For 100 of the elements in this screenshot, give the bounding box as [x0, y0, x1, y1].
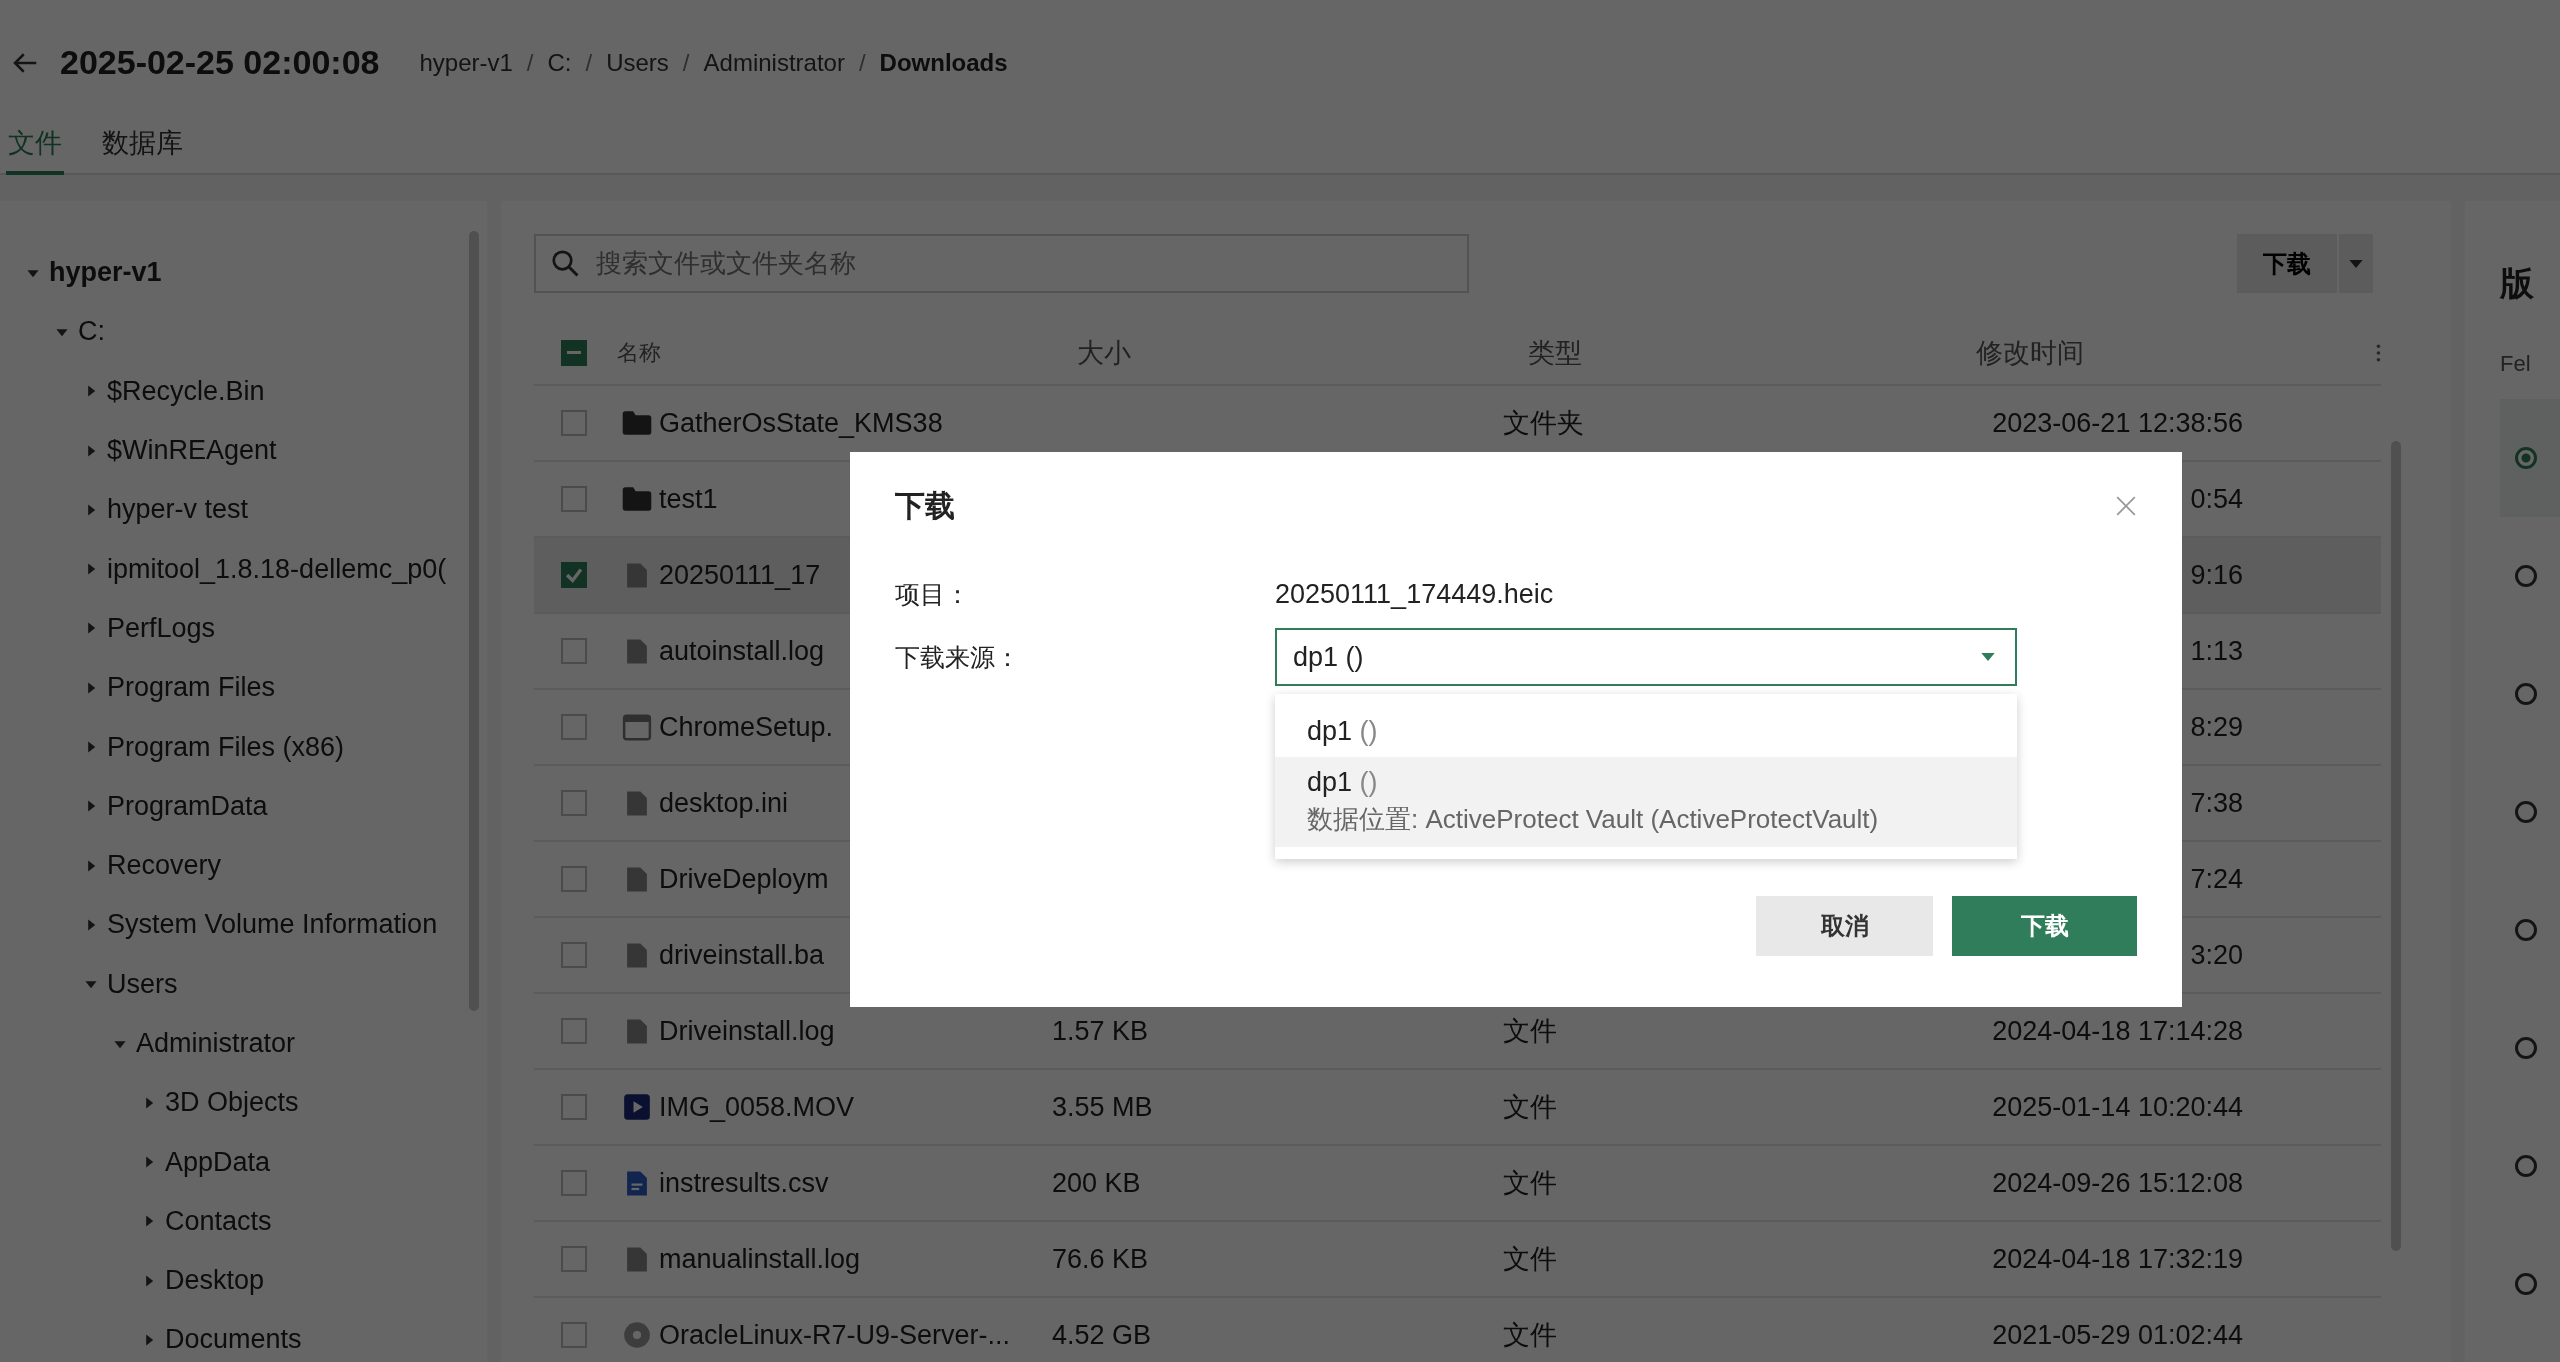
breadcrumb-link[interactable]: Users	[606, 48, 669, 77]
column-header[interactable]: 类型	[1528, 334, 1977, 371]
window-icon	[621, 713, 652, 741]
disc-icon	[622, 1321, 651, 1349]
radio-button[interactable]	[2515, 1155, 2537, 1177]
tree-item[interactable]: PerfLogs	[107, 612, 216, 644]
file-type: 文件	[1503, 1016, 1557, 1046]
caret-icon	[1981, 653, 1995, 661]
file-row[interactable]: OracleLinux-R7-U9-Server-... 4.52 GB 文件 2021-05-29 01:02:44	[534, 1298, 2381, 1362]
radio-button[interactable]	[2515, 1273, 2537, 1295]
row-checkbox[interactable]	[561, 1322, 587, 1348]
file-type: 文件	[1503, 1320, 1557, 1350]
row-checkbox[interactable]	[561, 1018, 587, 1044]
panel-title: 版	[2500, 263, 2535, 304]
breadcrumb-link[interactable]: hyper-v1	[419, 48, 513, 77]
row-checkbox[interactable]	[561, 486, 587, 512]
modified-time: 1:13	[2190, 635, 2243, 666]
file-size: 1.57 KB	[1052, 1015, 1149, 1046]
file-row[interactable]: manualinstall.log 76.6 KB 文件 2024-04-18 17:32:19	[534, 1222, 2381, 1298]
file-icon	[625, 1017, 648, 1045]
file-name: GatherOsState_KMS38	[659, 407, 943, 438]
modified-time: 2024-04-18 17:14:28	[1992, 1015, 2243, 1046]
tree-item[interactable]: Program Files	[107, 672, 276, 704]
tree-item[interactable]: Desktop	[165, 1265, 265, 1297]
modified-time: 2023-06-21 12:38:56	[1992, 407, 2243, 438]
tab[interactable]: 数据库	[100, 115, 185, 175]
search-icon	[550, 248, 580, 278]
source-select[interactable]: dp1 ()	[1275, 628, 2017, 686]
file-row[interactable]: IMG_0058.MOV 3.55 MB 文件 2025-01-14 10:20:44	[534, 1070, 2381, 1146]
dropdown-option[interactable]: dp1 () 数据位置: ActiveProtect Vault (ActiveProtectVault)	[1275, 757, 2017, 847]
breadcrumb-separator: /	[526, 48, 534, 77]
file-size: 200 KB	[1052, 1167, 1141, 1198]
caret-icon	[2349, 259, 2363, 268]
modified-time: 0:54	[2190, 483, 2243, 514]
file-icon	[625, 561, 648, 589]
close-icon[interactable]	[2115, 495, 2137, 517]
row-checkbox[interactable]	[561, 866, 587, 892]
breadcrumb-link[interactable]: Administrator	[703, 48, 845, 77]
column-header[interactable]: 名称	[614, 337, 1078, 368]
file-row[interactable]: instresults.csv 200 KB 文件 2024-09-26 15:12:08	[534, 1146, 2381, 1222]
file-type: 文件夹	[1503, 408, 1584, 438]
file-name: OracleLinux-R7-U9-Server-...	[659, 1319, 1011, 1350]
radio-button[interactable]	[2515, 1037, 2537, 1059]
tree-item[interactable]: $WinREAgent	[107, 435, 277, 467]
row-checkbox[interactable]	[561, 1246, 587, 1272]
row-checkbox[interactable]	[561, 410, 587, 436]
cancel-button[interactable]: 取消	[1756, 896, 1933, 956]
file-icon	[625, 865, 648, 893]
column-header[interactable]: 修改时间	[1976, 334, 2357, 371]
download-button[interactable]: 下载	[2237, 234, 2337, 293]
file-name: manualinstall.log	[659, 1243, 861, 1274]
tree-item[interactable]: 3D Objects	[165, 1087, 299, 1119]
breadcrumb-separator: /	[858, 48, 866, 77]
tree-item[interactable]: Users	[107, 968, 178, 1000]
tree-item[interactable]: Recovery	[107, 850, 222, 882]
tree-item[interactable]: System Volume Information	[107, 909, 438, 941]
row-checkbox[interactable]	[561, 638, 587, 664]
file-name: Driveinstall.log	[659, 1015, 835, 1046]
modified-time: 2021-05-29 01:02:44	[1992, 1319, 2243, 1350]
file-icon	[625, 1245, 648, 1273]
row-checkbox[interactable]	[561, 714, 587, 740]
folder-icon	[620, 410, 653, 436]
radio-button[interactable]	[2515, 565, 2537, 587]
row-checkbox[interactable]	[561, 942, 587, 968]
breadcrumb-link[interactable]: C:	[547, 48, 572, 77]
tree-item[interactable]: ProgramData	[107, 790, 268, 822]
row-checkbox[interactable]	[561, 1094, 587, 1120]
more-icon[interactable]	[2376, 343, 2381, 362]
modified-time: 8:29	[2190, 711, 2243, 742]
column-header: Fel	[2500, 351, 2532, 377]
row-checkbox[interactable]	[561, 562, 587, 588]
modified-time: 2025-01-14 10:20:44	[1992, 1091, 2243, 1122]
tree-item[interactable]: C:	[78, 316, 105, 348]
tree-item[interactable]: ipmitool_1.8.18-dellemc_p0(	[107, 553, 447, 585]
radio-button[interactable]	[2515, 447, 2537, 469]
tree-item[interactable]: Program Files (x86)	[107, 731, 345, 763]
radio-button[interactable]	[2515, 683, 2537, 705]
tree-item[interactable]: hyper-v test	[107, 494, 249, 526]
breadcrumb-link[interactable]: Downloads	[879, 48, 1008, 77]
tree-item[interactable]: Administrator	[136, 1028, 296, 1059]
dropdown-button[interactable]	[2337, 234, 2373, 293]
row-checkbox[interactable]	[561, 790, 587, 816]
tab[interactable]: 文件	[6, 115, 64, 175]
file-icon	[625, 637, 648, 665]
file-type: 文件	[1503, 1244, 1557, 1274]
file-size: 3.55 MB	[1052, 1091, 1153, 1122]
radio-button[interactable]	[2515, 801, 2537, 823]
breadcrumb-separator: /	[682, 48, 690, 77]
tree-item[interactable]: AppData	[165, 1146, 271, 1178]
radio-button[interactable]	[2515, 919, 2537, 941]
tree-item[interactable]: Documents	[165, 1324, 302, 1356]
dropdown-option[interactable]: dp1 ()	[1275, 706, 2017, 757]
download-button[interactable]: 下载	[1952, 896, 2137, 956]
column-header[interactable]: 大小	[1077, 334, 1529, 371]
folder-icon	[620, 486, 653, 512]
tree-item[interactable]: Contacts	[165, 1205, 272, 1237]
tree-item[interactable]: hyper-v1	[49, 257, 162, 289]
row-checkbox[interactable]	[561, 1170, 587, 1196]
select-all-checkbox[interactable]	[561, 339, 587, 366]
tree-item[interactable]: $Recycle.Bin	[107, 375, 265, 407]
